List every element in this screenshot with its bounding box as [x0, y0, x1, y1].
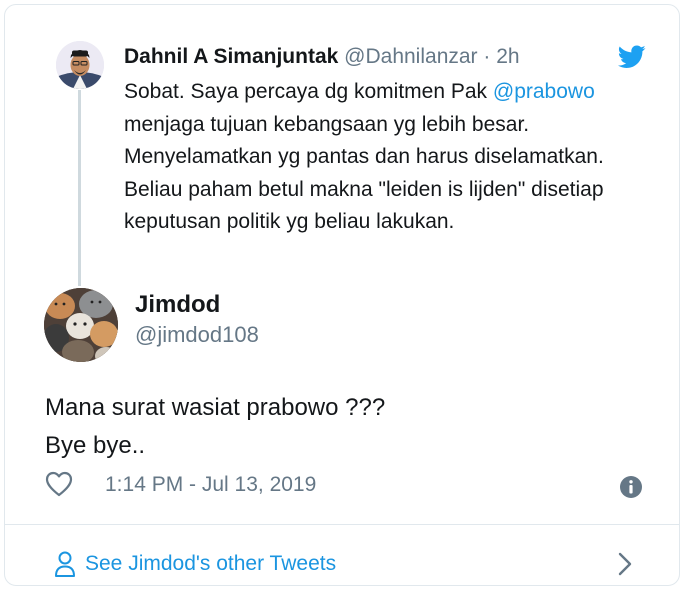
- info-circle-icon[interactable]: [619, 475, 643, 499]
- mention-link[interactable]: @prabowo: [493, 80, 595, 103]
- author-handle[interactable]: @jimdod108: [135, 321, 259, 349]
- person-icon: [55, 551, 75, 577]
- parent-author-name[interactable]: Dahnil A Simanjuntak: [124, 45, 338, 68]
- see-other-tweets-link[interactable]: See Jimdod's other Tweets: [85, 551, 336, 577]
- parent-text-end: menjaga tujuan kebangsaan yg lebih besar…: [124, 112, 604, 234]
- twitter-bird-icon[interactable]: [618, 45, 646, 69]
- see-other-tweets-row[interactable]: See Jimdod's other Tweets: [5, 525, 679, 585]
- thread-connector-line: [78, 90, 81, 286]
- tweet-text-line-1: Mana surat wasiat prabowo ???: [45, 394, 386, 421]
- author-avatar[interactable]: [44, 288, 118, 362]
- parent-tweet-age[interactable]: 2h: [496, 45, 519, 68]
- parent-text-start: Sobat. Saya percaya dg komitmen Pak: [124, 80, 493, 103]
- embedded-tweet-card: Dahnil A Simanjuntak @Dahnilanzar · 2h S…: [4, 4, 680, 586]
- parent-author-handle[interactable]: @Dahnilanzar: [344, 45, 477, 68]
- chevron-right-icon[interactable]: [617, 551, 633, 577]
- heart-outline-icon[interactable]: [45, 471, 73, 497]
- parent-tweet-text: Sobat. Saya percaya dg komitmen Pak @pra…: [124, 76, 664, 239]
- meta-separator: ·: [483, 45, 491, 68]
- tweet-text-line-2: Bye bye..: [45, 432, 146, 459]
- parent-tweet-header: Dahnil A Simanjuntak @Dahnilanzar · 2h: [124, 44, 520, 70]
- parent-author-avatar[interactable]: [56, 41, 104, 89]
- tweet-timestamp[interactable]: 1:14 PM - Jul 13, 2019: [105, 472, 316, 498]
- author-name[interactable]: Jimdod: [135, 290, 220, 320]
- tweet-text: Mana surat wasiat prabowo ??? Bye bye..: [45, 389, 645, 465]
